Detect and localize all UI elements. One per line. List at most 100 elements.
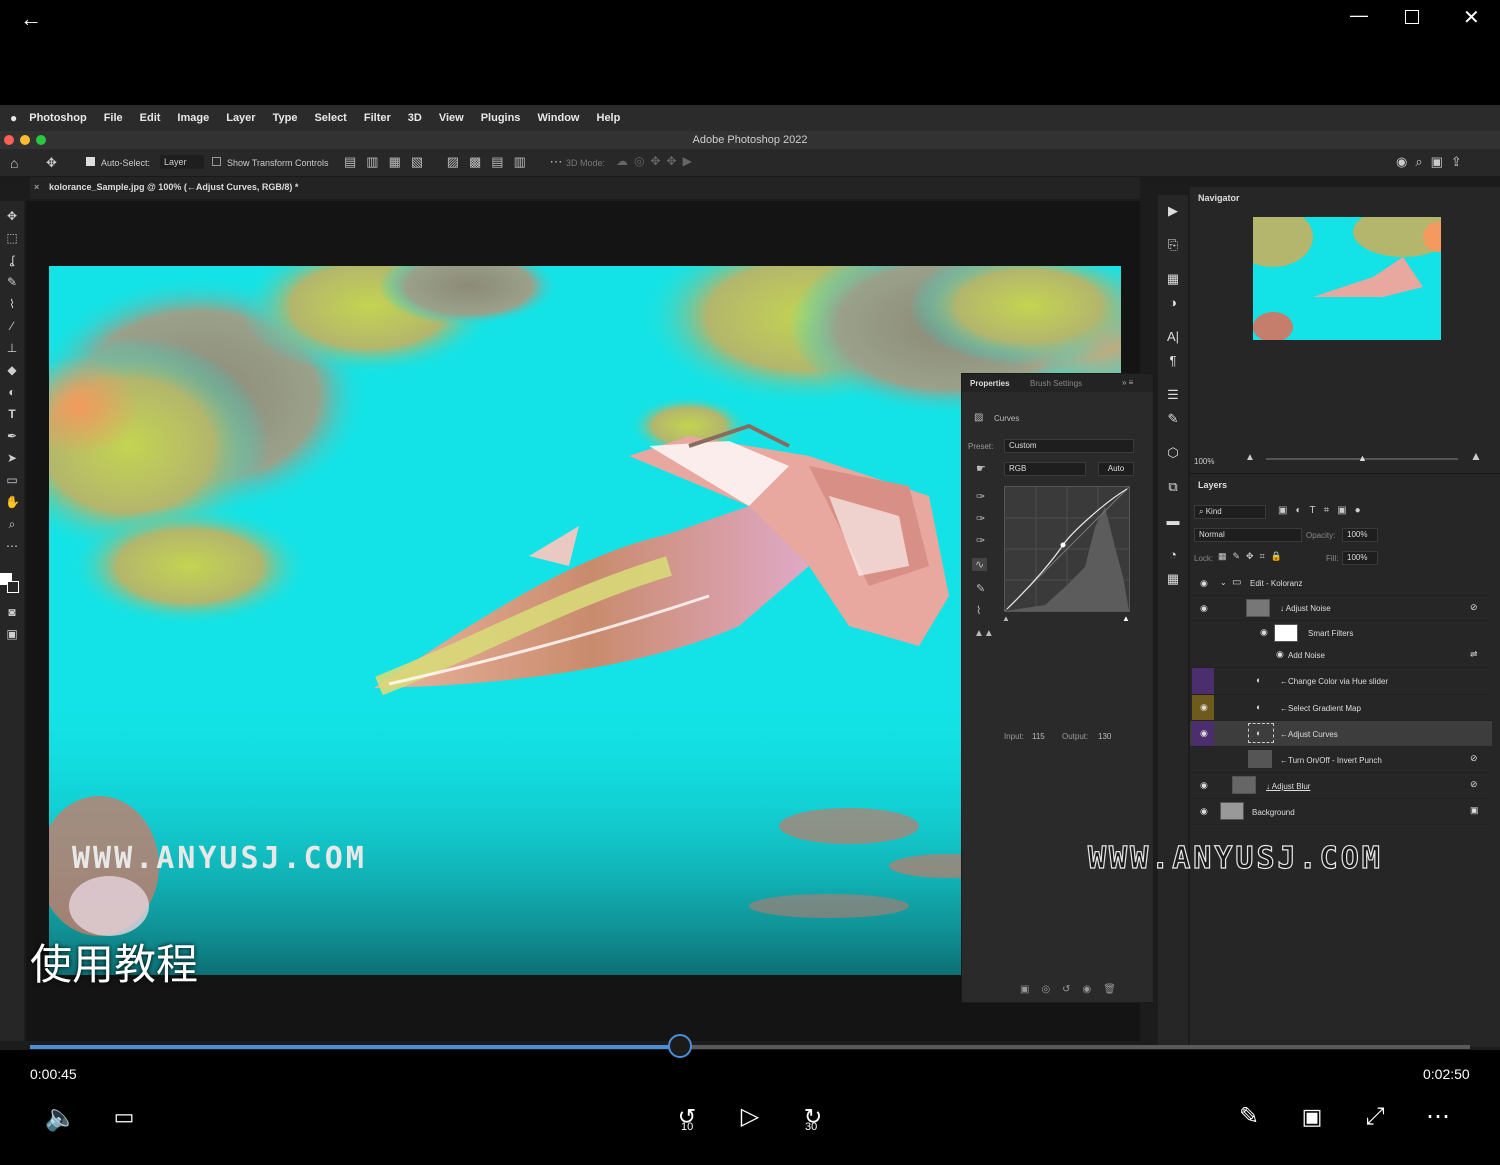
seek-bar[interactable] (30, 1034, 1470, 1058)
layer-row[interactable]: ◉ Add Noise ⇌ (1190, 643, 1492, 668)
menu-file[interactable]: File (104, 112, 123, 124)
visibility-eye-icon[interactable]: ◉ (1200, 603, 1210, 613)
layer-row[interactable]: ◉ ↓ Adjust Noise ⊘ (1190, 596, 1492, 621)
zoom-slider-handle[interactable]: ▲ (1358, 454, 1367, 463)
tab-brush-settings[interactable]: Brush Settings (1030, 379, 1082, 388)
screen-mode-icon[interactable]: ▣ (5, 627, 19, 641)
seek-thumb[interactable] (668, 1034, 693, 1058)
output-value[interactable]: 130 (1098, 732, 1111, 741)
document-tab[interactable]: × kolorance_Sample.jpg @ 100% (←Adjust C… (30, 177, 1140, 199)
visibility-eye-icon[interactable]: ◉ (1200, 702, 1210, 712)
timeline-icon[interactable]: ◔ (1165, 547, 1181, 563)
character-icon[interactable]: A| (1165, 329, 1181, 345)
3d-panel-icon[interactable]: ⬡ (1165, 445, 1181, 461)
brush-panel-icon[interactable]: ✎ (1165, 411, 1181, 427)
edit-pencil-icon[interactable]: ✎ (1232, 1100, 1266, 1134)
gradient-tool-icon[interactable]: ◐ (5, 385, 19, 399)
layer-row[interactable]: ←Turn On/Off - Invert Punch ⊘ (1190, 747, 1492, 773)
layer-row[interactable]: ◉ Background ▣ (1190, 799, 1492, 825)
auto-button[interactable]: Auto (1098, 462, 1134, 476)
close-dot-icon[interactable] (4, 135, 14, 145)
color-icon[interactable]: ◑ (1165, 295, 1181, 311)
move-tool-icon[interactable]: ✥ (46, 155, 57, 171)
skip-forward-button[interactable]: ↻ 30 (796, 1100, 830, 1134)
group-chevron-icon[interactable]: ⌄ (1220, 578, 1227, 587)
menu-photoshop[interactable]: Photoshop (29, 112, 86, 124)
3d-mode-icons[interactable]: ☁◎✥✥▶ (616, 154, 698, 168)
tab-close-icon[interactable]: × (34, 182, 39, 192)
type-tool-icon[interactable]: T (5, 407, 19, 421)
zoom-in-icon[interactable]: ▲ (1470, 449, 1482, 463)
navigator-zoom[interactable]: 100% (1194, 457, 1214, 466)
volume-icon[interactable]: 🔈 (44, 1100, 78, 1134)
black-point-slider[interactable]: ▲ (1002, 614, 1010, 623)
layer-filter-icons[interactable]: ▣◐T⌗▣● (1278, 505, 1369, 516)
visibility-eye-icon[interactable]: ◉ (1260, 627, 1268, 638)
minimize-icon[interactable]: — (1350, 6, 1368, 24)
stamp-tool-icon[interactable]: ⊥ (5, 341, 19, 355)
paragraph-icon[interactable]: ¶ (1165, 353, 1181, 369)
filter-options-icon[interactable]: ⇌ (1470, 649, 1478, 660)
visibility-eye-icon[interactable]: ◉ (1276, 649, 1284, 660)
background-color-swatch[interactable] (7, 581, 19, 593)
visibility-eye-icon[interactable]: ◉ (1200, 728, 1210, 738)
search-icon[interactable]: ◉⌕▣⇪ (1396, 154, 1470, 170)
menu-image[interactable]: Image (177, 112, 209, 124)
quick-mask-icon[interactable]: ◙ (5, 605, 19, 619)
smooth-curve-icon[interactable]: ⌇ (976, 604, 981, 617)
blend-mode-dropdown[interactable]: Normal (1194, 528, 1302, 542)
subtitles-icon[interactable]: ▭ (107, 1100, 141, 1134)
menu-3d[interactable]: 3D (408, 112, 422, 124)
eyedropper-tool-icon[interactable]: ⌇ (5, 297, 19, 311)
minimize-dot-icon[interactable] (20, 135, 30, 145)
zoom-tool-icon[interactable]: ⌕ (5, 517, 19, 531)
fill-field[interactable]: 100% (1342, 551, 1378, 565)
skip-back-button[interactable]: ↺ 10 (670, 1100, 704, 1134)
lock-icons[interactable]: ▦✎✥⌗🔒 (1218, 551, 1288, 562)
tab-properties[interactable]: Properties (970, 379, 1010, 388)
move-tool-icon[interactable]: ✥ (5, 209, 19, 223)
eraser-tool-icon[interactable]: ◆ (5, 363, 19, 377)
preset-dropdown[interactable]: Custom (1004, 439, 1134, 453)
align-icons[interactable]: ▤▥▦▧ ▨▩▤▥ ⋯ (344, 154, 573, 170)
input-value[interactable]: 115 (1032, 732, 1045, 741)
glyphs-icon[interactable]: ▬ (1165, 513, 1181, 529)
quick-select-tool-icon[interactable]: ✎ (5, 275, 19, 289)
video-frame[interactable]: ● Photoshop File Edit Image Layer Type S… (0, 105, 1500, 1050)
panel-collapse-icon[interactable]: » ≡ (1122, 378, 1133, 387)
brush-tool-icon[interactable]: ∕ (5, 319, 19, 333)
shape-tool-icon[interactable]: ▭ (5, 473, 19, 487)
lasso-tool-icon[interactable]: ʆ (5, 253, 19, 267)
menu-layer[interactable]: Layer (226, 112, 255, 124)
visibility-eye-icon[interactable]: ◉ (1200, 780, 1210, 790)
back-arrow-icon[interactable]: ← (20, 8, 42, 30)
properties-footer-icons[interactable]: ▣◎↺◉🗑 (1020, 984, 1128, 995)
hand-tool-icon[interactable]: ✋ (5, 495, 20, 509)
layer-row[interactable]: ◉ ↓ Adjust Blur ⊘ (1190, 773, 1492, 799)
navigator-preview[interactable] (1253, 217, 1441, 340)
marquee-tool-icon[interactable]: ⬚ (5, 231, 19, 245)
play-action-icon[interactable]: ▶ (1165, 203, 1181, 219)
zoom-dot-icon[interactable] (36, 135, 46, 145)
curve-edit-icon[interactable]: ∿ (972, 558, 988, 571)
menu-edit[interactable]: Edit (140, 112, 161, 124)
layer-kind-filter[interactable]: ⌕ Kind (1194, 505, 1266, 519)
menu-type[interactable]: Type (273, 112, 298, 124)
fullscreen-icon[interactable]: ⤢ (1358, 1100, 1392, 1134)
sample-gray-icon[interactable]: ✑ (976, 512, 985, 525)
maximize-icon[interactable] (1405, 10, 1419, 24)
channel-dropdown[interactable]: RGB (1004, 462, 1086, 476)
path-select-tool-icon[interactable]: ➤ (5, 451, 19, 465)
show-transform-checkbox[interactable] (212, 157, 221, 166)
history-icon[interactable]: ⎘ (1165, 237, 1181, 253)
opacity-field[interactable]: 100% (1342, 528, 1378, 542)
libraries-icon[interactable]: ⧉ (1165, 479, 1181, 495)
mini-view-icon[interactable]: ▣ (1295, 1100, 1329, 1134)
clipping-warning-icon[interactable]: ▲▲ (974, 628, 994, 639)
layer-row-selected[interactable]: ◉ ◐ ←Adjust Curves (1190, 721, 1492, 747)
white-point-slider[interactable]: ▲ (1122, 614, 1130, 623)
sample-black-icon[interactable]: ✑ (976, 490, 985, 503)
more-tools-icon[interactable]: ⋯ (5, 539, 19, 553)
sample-white-icon[interactable]: ✑ (976, 534, 985, 547)
visibility-eye-icon[interactable]: ◉ (1200, 806, 1210, 816)
